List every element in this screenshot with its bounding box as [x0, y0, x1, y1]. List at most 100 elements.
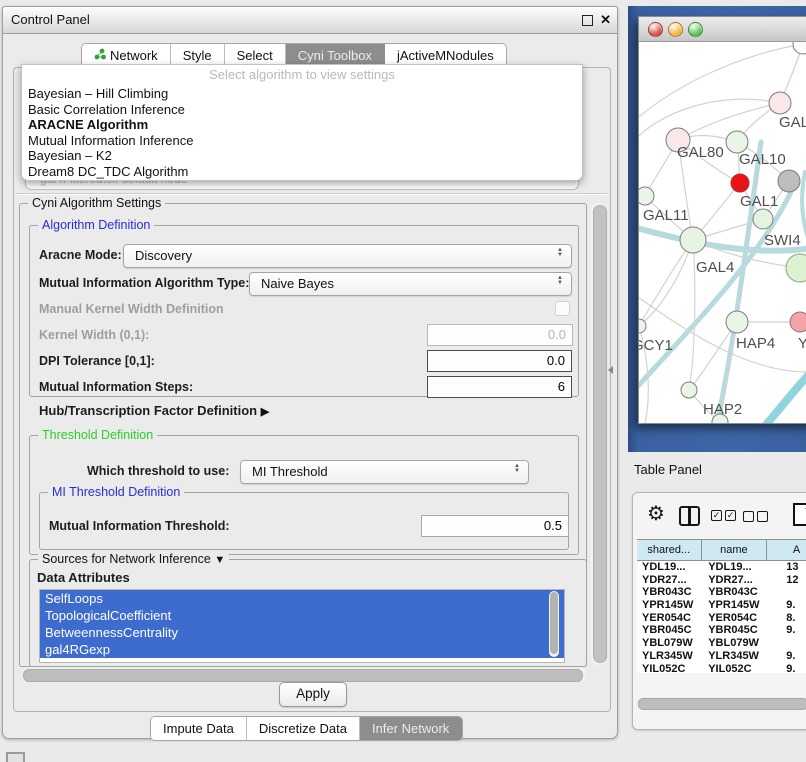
- node-label-gal4: GAL4: [696, 259, 734, 276]
- float-window-icon[interactable]: [582, 15, 593, 26]
- group-title: Sources for Network Inference ▼: [38, 552, 229, 566]
- zoom-traffic-light-icon[interactable]: [688, 22, 703, 37]
- node-label-swi4: SWI4: [764, 232, 801, 249]
- algorithm-option-basic-correlation-inference[interactable]: Basic Correlation Inference: [28, 102, 582, 118]
- tab-infer-network[interactable]: Infer Network: [360, 717, 462, 740]
- table-panel: ⚙ ✓✓ shared... name A YDL19...YDL19...13…: [632, 492, 806, 730]
- deselect-all-checkboxes-icon[interactable]: [743, 511, 768, 522]
- scrollbar-thumb[interactable]: [593, 205, 607, 663]
- node-hap4[interactable]: [726, 311, 748, 333]
- spinner-arrows-icon: ▲▼: [557, 248, 563, 258]
- group-title: Threshold Definition: [38, 428, 157, 442]
- table-row[interactable]: YBL079WYBL079W: [637, 637, 806, 650]
- node-gal4[interactable]: [680, 227, 706, 253]
- expand-right-icon[interactable]: ▶: [261, 406, 269, 418]
- data-attributes-label: Data Attributes: [37, 570, 130, 585]
- node-hap2[interactable]: [681, 382, 697, 398]
- node-unlabeled[interactable]: [786, 254, 806, 282]
- gear-icon[interactable]: ⚙: [647, 504, 665, 524]
- column-header[interactable]: shared...: [637, 540, 702, 560]
- file-icon[interactable]: [793, 503, 806, 526]
- columns-icon[interactable]: [679, 506, 700, 526]
- algorithm-option-mutual-information-inference[interactable]: Mutual Information Inference: [28, 133, 582, 149]
- table-row[interactable]: YPR145WYPR145W9.: [637, 599, 806, 612]
- network-canvas[interactable]: GALGAL80GAL10GAL1GAL11SWI4GAL4GCY1HAP4YH…: [639, 42, 806, 423]
- kernel-width-input[interactable]: 0.0: [427, 324, 573, 346]
- algorithm-option-bayesian-k2[interactable]: Bayesian – K2: [28, 148, 582, 164]
- dpi-tolerance-input[interactable]: 0.0: [427, 350, 572, 372]
- table-horizontal-scrollbar[interactable]: [637, 697, 806, 709]
- attributes-scrollbar[interactable]: [549, 591, 559, 657]
- spinner-arrows-icon: ▲▼: [514, 464, 520, 474]
- settings-vertical-scrollbar[interactable]: [591, 203, 607, 665]
- aracne-mode-combo[interactable]: Discovery ▲▼: [123, 244, 572, 268]
- node-attribute-table: shared... name A YDL19...YDL19...13YDR27…: [637, 539, 806, 673]
- node-gal11[interactable]: [639, 187, 654, 205]
- attribute-item-topologicalcoefficient[interactable]: TopologicalCoefficient: [40, 607, 564, 624]
- attribute-item-selfloops[interactable]: SelfLoops: [40, 590, 564, 607]
- dpi-tolerance-label: DPI Tolerance [0,1]:: [39, 354, 155, 368]
- column-header[interactable]: A: [767, 540, 806, 560]
- node-label-y: Y: [798, 335, 806, 352]
- close-icon[interactable]: ✕: [600, 11, 611, 29]
- minimize-traffic-light-icon[interactable]: [668, 22, 683, 37]
- table-header[interactable]: shared... name A: [637, 539, 806, 561]
- algorithm-option-aracne-algorithm[interactable]: ARACNE Algorithm: [28, 117, 582, 133]
- which-threshold-label: Which threshold to use:: [87, 464, 229, 478]
- node-unlabeled[interactable]: [793, 42, 806, 54]
- settings-horizontal-scrollbar[interactable]: [21, 668, 587, 681]
- network-graph[interactable]: GALGAL80GAL10GAL1GAL11SWI4GAL4GCY1HAP4YH…: [639, 42, 806, 423]
- table-row[interactable]: YDL19...YDL19...13: [637, 561, 806, 574]
- network-desktop: GALGAL80GAL10GAL1GAL11SWI4GAL4GCY1HAP4YH…: [628, 6, 806, 452]
- table-row[interactable]: YDR27...YDR27...12: [637, 574, 806, 587]
- control-panel-title: Control Panel: [11, 7, 90, 33]
- table-row[interactable]: YIL052CYIL052C9.: [637, 663, 806, 674]
- table-row[interactable]: YBR045CYBR045C9.: [637, 624, 806, 637]
- algorithm-option-dream8-dc-tdc-algorithm[interactable]: Dream8 DC_TDC Algorithm: [28, 164, 582, 180]
- mi-steps-input[interactable]: 6: [427, 376, 572, 398]
- node-gal1[interactable]: [753, 209, 773, 229]
- minimized-panel-icon[interactable]: [6, 752, 25, 762]
- screen: Control Panel ✕ NetworkStyleSelectCyni T…: [0, 0, 806, 762]
- node-label-gcy1: GCY1: [639, 337, 673, 354]
- tab-discretize-data[interactable]: Discretize Data: [247, 717, 360, 740]
- scrollbar-thumb[interactable]: [550, 592, 558, 654]
- network-icon: [94, 48, 106, 63]
- manual-kernel-label: Manual Kernel Width Definition: [39, 302, 224, 316]
- scrollbar-thumb[interactable]: [23, 669, 583, 682]
- table-row[interactable]: YER054CYER054C8.: [637, 612, 806, 625]
- algorithm-option-bayesian-hill-climbing[interactable]: Bayesian – Hill Climbing: [28, 86, 582, 102]
- network-view-window[interactable]: GALGAL80GAL10GAL1GAL11SWI4GAL4GCY1HAP4YH…: [638, 16, 806, 424]
- node-label-gal10: GAL10: [739, 151, 786, 168]
- hub-definition-toggle[interactable]: Hub/Transcription Factor Definition ▶: [39, 403, 269, 418]
- aracne-mode-label: Aracne Mode:: [39, 248, 122, 262]
- scrollbar-thumb[interactable]: [638, 698, 806, 710]
- close-traffic-light-icon[interactable]: [648, 22, 663, 37]
- manual-kernel-checkbox[interactable]: [555, 301, 570, 316]
- node-unlabeled[interactable]: [731, 174, 749, 192]
- node-unlabeled[interactable]: [778, 170, 800, 192]
- mi-threshold-input[interactable]: 0.5: [421, 515, 569, 537]
- table-row[interactable]: YLR345WYLR345W9.: [637, 650, 806, 663]
- mi-type-combo[interactable]: Naive Bayes ▲▼: [249, 272, 572, 296]
- mi-type-label: Mutual Information Algorithm Type:: [39, 276, 249, 290]
- column-header[interactable]: name: [702, 540, 768, 560]
- attribute-item-betweennesscentrality[interactable]: BetweennessCentrality: [40, 624, 564, 641]
- collapse-down-icon[interactable]: ▼: [214, 554, 225, 566]
- network-window-titlebar[interactable]: [639, 17, 806, 42]
- panel-splitter-handle[interactable]: [608, 366, 613, 374]
- kernel-width-label: Kernel Width (0,1):: [39, 328, 149, 342]
- node-y[interactable]: [790, 312, 806, 332]
- data-attributes-list: SelfLoopsTopologicalCoefficientBetweenne…: [39, 589, 565, 663]
- table-row[interactable]: YBR043CYBR043C: [637, 586, 806, 599]
- apply-button[interactable]: Apply: [279, 682, 347, 707]
- tab-impute-data[interactable]: Impute Data: [151, 717, 247, 740]
- node-gal[interactable]: [769, 92, 791, 114]
- control-panel-titlebar: Control Panel ✕: [3, 7, 617, 34]
- divider: [15, 193, 607, 194]
- node-gal10[interactable]: [726, 131, 748, 153]
- select-all-checkboxes-icon[interactable]: ✓✓: [711, 510, 736, 521]
- which-threshold-combo[interactable]: MI Threshold ▲▼: [240, 460, 529, 484]
- attribute-item-gal4rgexp[interactable]: gal4RGexp: [40, 641, 564, 658]
- node-label-gal80: GAL80: [677, 144, 724, 161]
